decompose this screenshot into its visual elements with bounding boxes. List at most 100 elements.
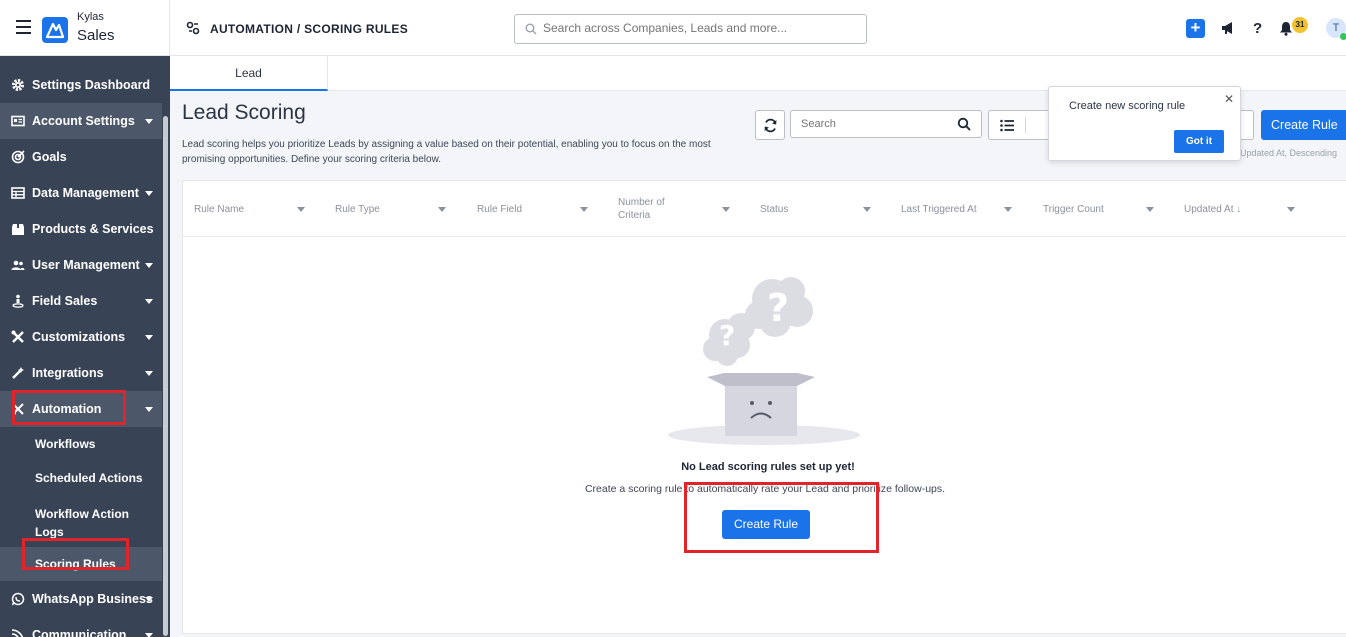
- quick-add-button[interactable]: +: [1186, 19, 1205, 38]
- column-rule-field[interactable]: Rule Field: [477, 181, 597, 237]
- global-search[interactable]: [514, 14, 867, 44]
- sidebar-item-customizations[interactable]: Customizations: [0, 319, 162, 355]
- top-bar: Kylas Sales AUTOMATION / SCORING RULES +…: [0, 0, 1346, 56]
- chevron-down-icon: [145, 119, 153, 124]
- sidebar-item-label: WhatsApp Business: [32, 592, 153, 606]
- breadcrumb: AUTOMATION / SCORING RULES: [210, 22, 409, 36]
- list-search[interactable]: [790, 110, 982, 138]
- sidebar-item-label: User Management: [32, 258, 140, 272]
- tools-icon: [11, 330, 25, 344]
- sidebar-item-user-management[interactable]: User Management: [0, 247, 162, 283]
- sidebar-item-account-settings[interactable]: Account Settings: [0, 103, 162, 139]
- chevron-down-icon[interactable]: [1287, 207, 1295, 212]
- account-card-icon: [11, 114, 25, 128]
- sidebar-item-whatsapp-business[interactable]: WhatsApp Business: [0, 581, 162, 617]
- brand-name-small: Kylas: [77, 11, 104, 23]
- column-updated-at[interactable]: Updated At ↓: [1184, 181, 1304, 237]
- person-pin-icon: [11, 294, 25, 308]
- tab-lead[interactable]: Lead: [170, 56, 328, 91]
- chevron-down-icon[interactable]: [722, 207, 730, 212]
- rules-table: Rule Name Rule Type Rule Field Number of…: [182, 180, 1346, 634]
- sidebar-item-data-management[interactable]: Data Management: [0, 175, 162, 211]
- sort-info: Updated At, Descending: [1240, 148, 1338, 158]
- global-search-input[interactable]: [543, 21, 853, 35]
- view-toggle-button[interactable]: [988, 110, 1050, 140]
- sidebar-item-integrations[interactable]: Integrations: [0, 355, 162, 391]
- chevron-down-icon: [145, 597, 153, 602]
- highlight-create-rule: [684, 482, 879, 553]
- chevron-down-icon: [145, 299, 153, 304]
- refresh-icon: [764, 118, 777, 133]
- box-icon: [11, 222, 25, 236]
- sidebar-item-label: Communication: [32, 628, 127, 637]
- highlight-automation: [12, 390, 126, 425]
- list-search-input[interactable]: [801, 118, 941, 130]
- page-title: Lead Scoring: [182, 101, 306, 124]
- sidebar-item-settings-dashboard[interactable]: Settings Dashboard: [0, 67, 162, 103]
- sidebar-sub-workflow-action-logs[interactable]: Workflow Action Logs: [35, 505, 145, 541]
- kylas-logo-icon: [42, 17, 68, 43]
- tooltip-text: Create new scoring rule: [1069, 100, 1186, 112]
- bell-icon[interactable]: [1279, 21, 1293, 41]
- chevron-down-icon[interactable]: [580, 207, 588, 212]
- sidebar-item-label: Field Sales: [32, 294, 98, 308]
- sidebar-item-label: Settings Dashboard: [32, 78, 151, 92]
- svg-text:?: ?: [719, 319, 735, 352]
- brand-area: Kylas Sales: [0, 0, 170, 56]
- sidebar-item-label: Customizations: [32, 330, 126, 344]
- sidebar-item-label: Account Settings: [32, 114, 135, 128]
- page-description: Lead scoring helps you prioritize Leads …: [182, 139, 711, 165]
- highlight-scoring-rules: [22, 538, 129, 570]
- search-icon: [957, 117, 971, 136]
- empty-state-title: No Lead scoring rules set up yet!: [681, 461, 855, 473]
- chevron-down-icon[interactable]: [438, 207, 446, 212]
- sidebar-item-label: Products & Services: [32, 222, 154, 236]
- chevron-down-icon[interactable]: [297, 207, 305, 212]
- column-rule-name[interactable]: Rule Name: [194, 181, 314, 237]
- create-rule-tooltip: Create new scoring rule ✕ Got it: [1048, 86, 1241, 161]
- target-icon: [11, 150, 25, 164]
- column-last-triggered-at[interactable]: Last Triggered At: [901, 181, 1021, 237]
- hamburger-menu-icon[interactable]: [16, 20, 31, 34]
- sidebar-item-products-services[interactable]: Products & Services: [0, 211, 162, 247]
- chevron-down-icon[interactable]: [1146, 207, 1154, 212]
- chevron-down-icon: [145, 371, 153, 376]
- broadcast-icon: [11, 628, 25, 637]
- close-icon[interactable]: ✕: [1224, 92, 1234, 106]
- wand-icon: [11, 366, 25, 380]
- column-status[interactable]: Status: [760, 181, 880, 237]
- refresh-button[interactable]: [755, 110, 785, 140]
- create-rule-button-top[interactable]: Create Rule: [1261, 110, 1346, 140]
- search-icon: [525, 22, 537, 40]
- column-trigger-count[interactable]: Trigger Count: [1043, 181, 1163, 237]
- svg-text:?: ?: [767, 286, 789, 330]
- chevron-down-icon[interactable]: [1004, 207, 1012, 212]
- brand-name-big: Sales: [77, 27, 115, 44]
- sidebar-item-goals[interactable]: Goals: [0, 139, 162, 175]
- chevron-down-icon: [145, 191, 153, 196]
- got-it-button[interactable]: Got it: [1174, 130, 1224, 153]
- column-number-of-criteria[interactable]: Number of Criteria: [618, 181, 738, 237]
- chevron-down-icon: [145, 335, 153, 340]
- help-icon[interactable]: ?: [1253, 20, 1262, 37]
- megaphone-icon[interactable]: [1221, 21, 1236, 40]
- chevron-down-icon: [145, 633, 153, 637]
- automation-icon: [186, 21, 200, 38]
- sidebar-sub-workflows[interactable]: Workflows: [35, 437, 95, 451]
- whatsapp-icon: [11, 592, 25, 606]
- sidebar-sub-scheduled-actions[interactable]: Scheduled Actions: [35, 471, 143, 485]
- column-rule-type[interactable]: Rule Type: [335, 181, 455, 237]
- users-icon: [11, 258, 25, 272]
- sidebar-item-communication[interactable]: Communication: [0, 617, 162, 637]
- empty-box-illustration-icon: ? ?: [668, 277, 860, 445]
- table-header: Rule Name Rule Type Rule Field Number of…: [183, 181, 1346, 237]
- sidebar-scrollbar[interactable]: [163, 116, 168, 636]
- sidebar-item-field-sales[interactable]: Field Sales: [0, 283, 162, 319]
- notification-count-badge: 31: [1292, 17, 1308, 33]
- chevron-up-icon: [145, 407, 153, 412]
- chevron-down-icon[interactable]: [863, 207, 871, 212]
- table-icon: [11, 186, 25, 200]
- chevron-down-icon: [145, 263, 153, 268]
- sidebar-item-label: Data Management: [32, 186, 139, 200]
- online-status-dot: [1340, 33, 1346, 40]
